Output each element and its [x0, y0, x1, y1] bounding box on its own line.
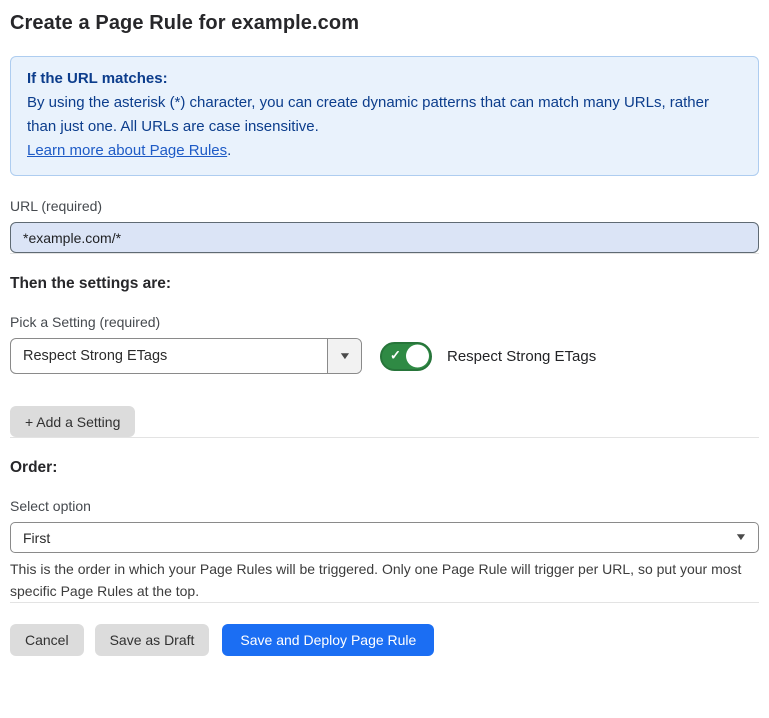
- check-icon: ✓: [390, 348, 401, 364]
- page-title: Create a Page Rule for example.com: [10, 12, 759, 35]
- info-box-body: By using the asterisk (*) character, you…: [27, 91, 742, 139]
- link-period: .: [227, 142, 231, 159]
- order-select-value: First: [11, 523, 736, 552]
- url-input[interactable]: [10, 222, 759, 253]
- settings-section-heading: Then the settings are:: [10, 275, 759, 293]
- create-page-rule-form: Create a Page Rule for example.com If th…: [0, 0, 769, 656]
- setting-select-value: Respect Strong ETags: [11, 339, 327, 373]
- setting-select-arrow-button[interactable]: ▼: [327, 339, 361, 373]
- section-divider: [10, 437, 759, 438]
- toggle-label: Respect Strong ETags: [447, 348, 596, 365]
- setting-row: Respect Strong ETags ▼ ✓ Respect Strong …: [10, 338, 759, 374]
- chevron-down-icon: ▼: [338, 351, 352, 362]
- info-box-heading: If the URL matches:: [27, 67, 742, 91]
- save-as-draft-button[interactable]: Save as Draft: [95, 624, 210, 656]
- footer-divider: [10, 602, 759, 603]
- learn-more-link[interactable]: Learn more about Page Rules: [27, 142, 227, 159]
- add-setting-button[interactable]: + Add a Setting: [10, 406, 135, 437]
- info-link-line: Learn more about Page Rules.: [27, 139, 742, 163]
- toggle-knob: [406, 345, 429, 368]
- footer-actions: Cancel Save as Draft Save and Deploy Pag…: [10, 624, 759, 656]
- order-select-label: Select option: [10, 498, 759, 514]
- chevron-down-icon: ▼: [734, 532, 748, 543]
- section-divider: [10, 253, 759, 254]
- url-match-info-box: If the URL matches: By using the asteris…: [10, 56, 759, 176]
- url-label: URL (required): [10, 198, 759, 214]
- order-select-arrow: ▼: [736, 523, 758, 552]
- cancel-button[interactable]: Cancel: [10, 624, 84, 656]
- setting-select[interactable]: Respect Strong ETags ▼: [10, 338, 362, 374]
- order-select[interactable]: First ▼: [10, 522, 759, 553]
- save-and-deploy-button[interactable]: Save and Deploy Page Rule: [222, 624, 434, 656]
- order-section-heading: Order:: [10, 459, 759, 477]
- setting-toggle[interactable]: ✓: [380, 342, 432, 371]
- pick-setting-label: Pick a Setting (required): [10, 314, 759, 330]
- order-help-text: This is the order in which your Page Rul…: [10, 558, 755, 602]
